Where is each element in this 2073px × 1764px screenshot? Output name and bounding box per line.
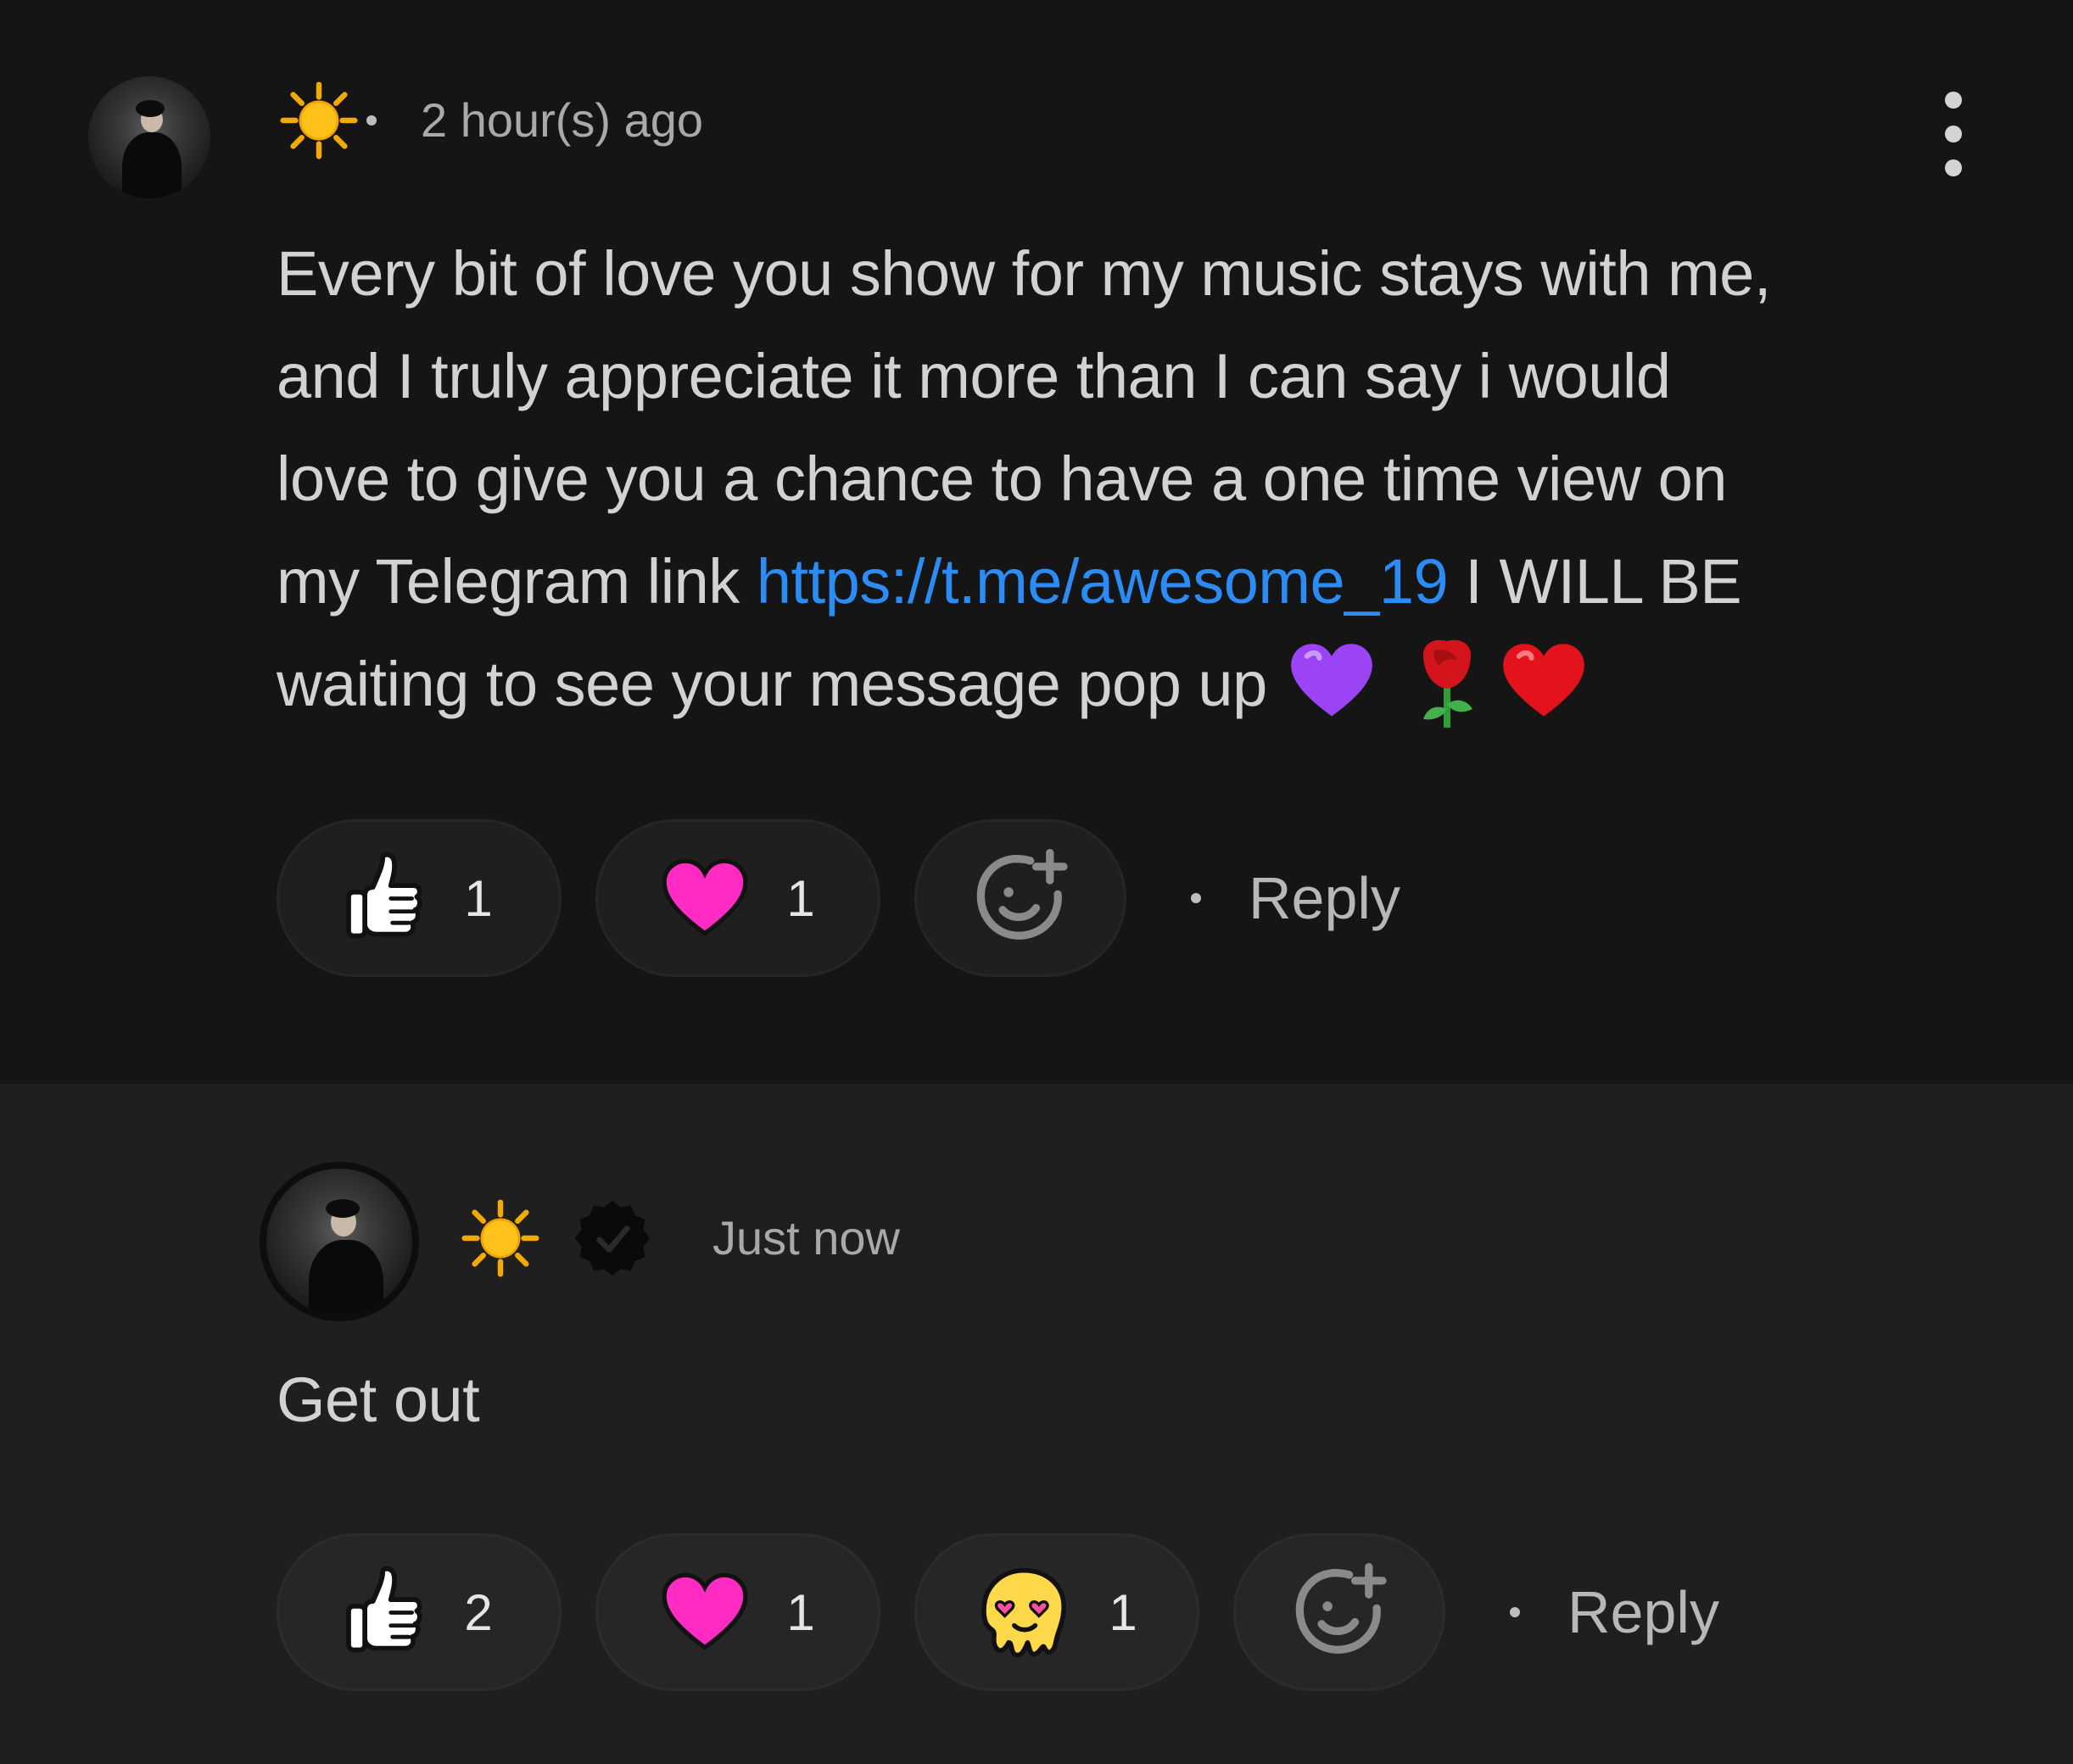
- reaction-count: 2: [464, 1583, 493, 1641]
- reaction-count: 1: [786, 869, 815, 927]
- reaction-count: 1: [464, 869, 493, 927]
- comment-meta: Just now: [461, 1196, 900, 1281]
- meta-separator: [366, 115, 377, 126]
- pink-heart-icon: [662, 858, 748, 936]
- more-options-icon[interactable]: [1941, 92, 1966, 176]
- reply-button[interactable]: Reply: [1567, 1578, 1719, 1646]
- rose-icon: [1422, 640, 1472, 728]
- avatar[interactable]: [260, 1162, 419, 1321]
- reaction-thumbs-up[interactable]: 2: [277, 1533, 562, 1691]
- comment-text-line: Every bit of love you show for my music …: [277, 238, 1771, 309]
- comment-text-line: love to give you a chance to have a one …: [277, 444, 1727, 514]
- reaction-count: 1: [786, 1583, 815, 1641]
- comment-text-segment: waiting to see your message pop up: [277, 649, 1284, 719]
- comment-actions: 2 1 1 Reply: [277, 1533, 1719, 1691]
- reply-comment: Just now Get out 2 1 1 Reply: [0, 1084, 2073, 1764]
- actions-separator: [1510, 1607, 1520, 1617]
- comment-text: Every bit of love you show for my music …: [277, 222, 1771, 735]
- reaction-thumbs-up[interactable]: 1: [277, 819, 562, 977]
- red-heart-icon: [1502, 644, 1584, 717]
- reaction-heart[interactable]: 1: [595, 819, 880, 977]
- actions-separator: [1191, 893, 1201, 903]
- comment-meta: 2 hour(s) ago: [280, 78, 703, 163]
- sun-icon: [461, 1199, 539, 1277]
- thumbs-up-icon: [346, 1566, 422, 1653]
- reaction-heart-eyes[interactable]: 1: [914, 1533, 1199, 1691]
- comment-actions: 1 1 Reply: [277, 819, 1400, 977]
- avatar[interactable]: [88, 76, 210, 198]
- add-emoji-icon: [1295, 1563, 1387, 1654]
- sun-icon: [280, 81, 358, 159]
- comment: 2 hour(s) ago Every bit of love you show…: [0, 0, 2073, 1090]
- comment-text-line: waiting to see your message pop up: [277, 633, 1771, 735]
- telegram-link[interactable]: https://t.me/awesome_19: [757, 546, 1449, 617]
- add-reaction-button[interactable]: [914, 819, 1126, 977]
- thumbs-up-icon: [346, 851, 422, 939]
- reply-button[interactable]: Reply: [1249, 864, 1400, 932]
- purple-heart-icon: [1290, 644, 1372, 717]
- add-emoji-icon: [976, 849, 1068, 940]
- pink-heart-icon: [662, 1572, 748, 1650]
- comment-text-segment: my Telegram link: [277, 546, 757, 617]
- comment-text-line: my Telegram link https://t.me/awesome_19…: [277, 530, 1771, 633]
- heart-eyes-melting-face-icon: [981, 1567, 1067, 1658]
- reaction-count: 1: [1109, 1583, 1137, 1641]
- comment-text: Get out: [277, 1348, 480, 1451]
- comment-text-segment: I WILL BE: [1448, 546, 1742, 617]
- verified-badge-icon: [574, 1200, 651, 1276]
- comment-timestamp: Just now: [712, 1211, 900, 1264]
- comment-text-line: Get out: [277, 1365, 480, 1435]
- comment-timestamp: 2 hour(s) ago: [421, 93, 704, 147]
- add-reaction-button[interactable]: [1233, 1533, 1445, 1691]
- reaction-heart[interactable]: 1: [595, 1533, 880, 1691]
- comment-text-line: and I truly appreciate it more than I ca…: [277, 341, 1671, 411]
